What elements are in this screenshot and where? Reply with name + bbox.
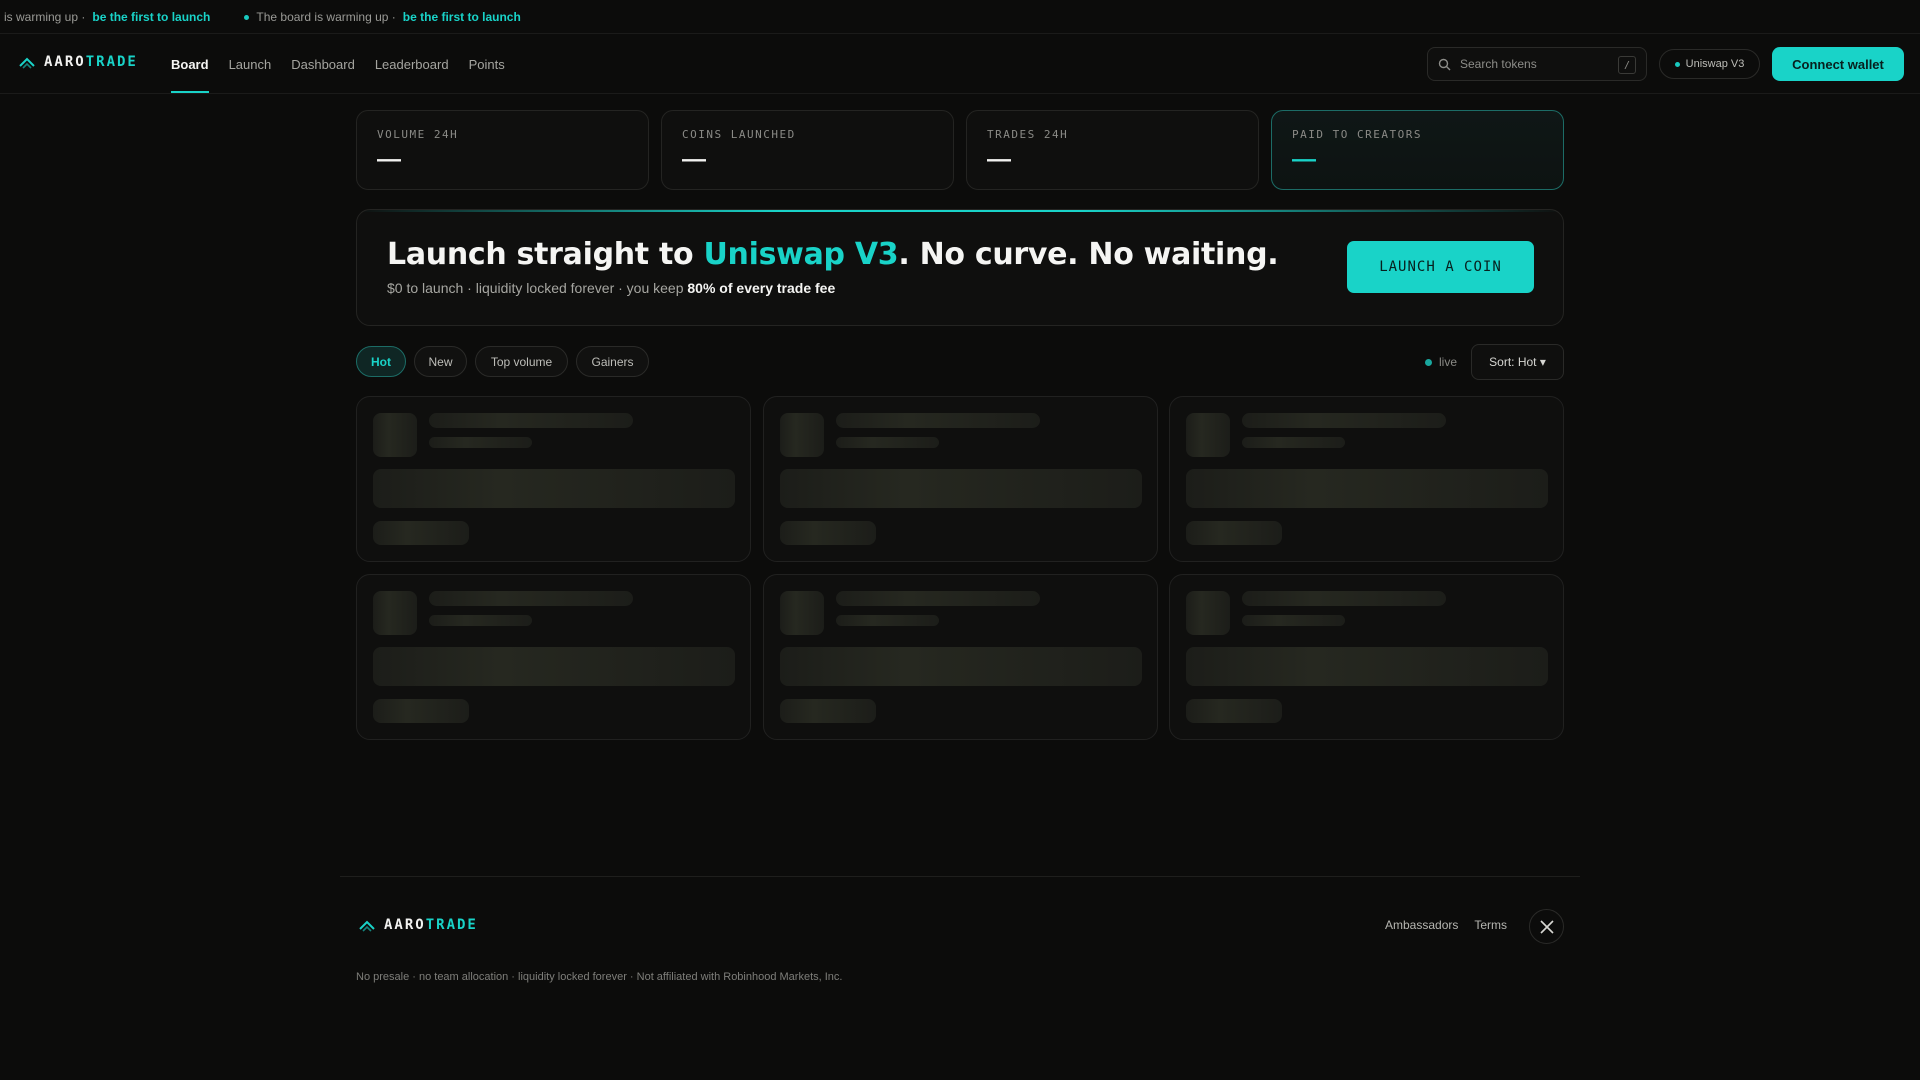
skeleton-chart [1186,647,1548,686]
skeleton-title [429,413,633,428]
skeleton-subtitle [429,437,532,448]
brand-chevron-icon [359,920,375,932]
skeleton-tag [780,699,876,723]
skeleton-avatar [780,591,824,635]
skeleton-title [1242,591,1446,606]
nav-board[interactable]: Board [171,34,209,94]
token-card-skeleton [1169,396,1564,562]
stat-label: PAID TO CREATORS [1292,128,1422,141]
filter-gainers[interactable]: Gainers [576,346,649,377]
skeleton-tag [1186,699,1282,723]
search-icon [1438,58,1451,70]
skeleton-tag [780,521,876,545]
skeleton-avatar [1186,413,1230,457]
nav-launch[interactable]: Launch [229,34,272,94]
skeleton-tag [1186,521,1282,545]
footer-divider [340,876,1580,877]
skeleton-title [836,413,1040,428]
search-box[interactable]: / [1427,47,1647,81]
footer-link-ambassadors[interactable]: Ambassadors [1385,918,1458,932]
skeleton-tag [373,699,469,723]
skeleton-avatar [780,413,824,457]
brand-logo[interactable]: AAROTRADE [18,53,138,71]
network-selector[interactable]: Uniswap V3 [1659,49,1760,79]
skeleton-avatar [373,591,417,635]
x-logo-icon [1539,919,1554,934]
stat-value: — [987,146,1011,173]
stat-label: VOLUME 24H [377,128,459,141]
sort-dropdown[interactable]: Sort: Hot ▾ [1471,344,1564,380]
filter-top-volume[interactable]: Top volume [475,346,568,377]
skeleton-chart [1186,469,1548,508]
skeleton-title [1242,413,1446,428]
skeleton-chart [780,469,1142,508]
footer-brand-logo[interactable]: AAROTRADE [358,916,478,934]
skeleton-subtitle [1242,615,1345,626]
nav-leaderboard[interactable]: Leaderboard [375,34,449,94]
skeleton-subtitle [836,615,939,626]
stat-value: — [682,146,706,173]
stat-label: TRADES 24H [987,128,1069,141]
stat-value: — [377,146,401,173]
skeleton-subtitle [429,615,532,626]
network-status-dot-icon [1674,61,1680,67]
token-card-skeleton [763,574,1158,740]
ticker-dot-icon [244,14,250,20]
filter-new[interactable]: New [414,346,467,377]
ticker-accent: be the first to launch [92,10,211,24]
nav-points[interactable]: Points [469,34,505,94]
live-indicator: live [1425,355,1457,369]
skeleton-chart [373,647,735,686]
stat-trades-24h: TRADES 24H — [966,110,1259,190]
ticker-text: The board is warming up · [256,10,396,24]
footer-disclaimer: No presale · no team allocation · liquid… [356,971,843,983]
live-label: live [1439,355,1458,369]
skeleton-avatar [373,413,417,457]
skeleton-chart [373,469,735,508]
stat-paid-to-creators: PAID TO CREATORS — [1271,110,1564,190]
search-shortcut-key: / [1618,56,1636,74]
search-input[interactable] [1460,57,1610,71]
ticker-text: rd is warming up · [0,10,86,24]
live-dot-icon [1425,358,1432,366]
connect-wallet-button[interactable]: Connect wallet [1772,47,1904,81]
skeleton-title [429,591,633,606]
launch-hero-banner: Launch straight to Uniswap V3. No curve.… [356,209,1564,326]
announcement-ticker: rd is warming up · be the first to launc… [0,0,1920,34]
stat-volume-24h: VOLUME 24H — [356,110,649,190]
token-card-skeleton [356,396,751,562]
filter-hot[interactable]: Hot [356,346,406,377]
skeleton-title [836,591,1040,606]
brand-chevron-icon [19,57,35,69]
skeleton-avatar [1186,591,1230,635]
hero-subtitle: $0 to launch · liquidity locked forever … [387,280,836,296]
brand-name: AAROTRADE [44,54,138,70]
ticker-accent: be the first to launch [402,10,521,24]
footer-links: Ambassadors Terms [1385,918,1507,932]
nav-dashboard[interactable]: Dashboard [291,34,355,94]
token-card-skeleton [1169,574,1564,740]
ticker-item: The board is warming up · be the first t… [244,10,521,24]
stat-value: — [1292,146,1316,173]
skeleton-subtitle [836,437,939,448]
ticker-item: rd is warming up · be the first to launc… [0,10,210,24]
x-social-button[interactable] [1529,909,1564,944]
skeleton-tag [373,521,469,545]
hero-title: Launch straight to Uniswap V3. No curve.… [387,237,1279,272]
main-nav: Board Launch Dashboard Leaderboard Point… [171,34,525,94]
footer-link-terms[interactable]: Terms [1474,918,1507,932]
skeleton-subtitle [1242,437,1345,448]
token-card-skeleton [763,396,1158,562]
network-label: Uniswap V3 [1685,58,1745,70]
token-card-skeleton [356,574,751,740]
launch-coin-button[interactable]: LAUNCH A COIN [1347,241,1534,293]
skeleton-chart [780,647,1142,686]
stat-coins-launched: COINS LAUNCHED — [661,110,954,190]
stat-label: COINS LAUNCHED [682,128,796,141]
brand-name: AAROTRADE [384,917,478,933]
hero-accent-line [357,210,1563,212]
top-navbar: AAROTRADE Board Launch Dashboard Leaderb… [0,34,1920,94]
